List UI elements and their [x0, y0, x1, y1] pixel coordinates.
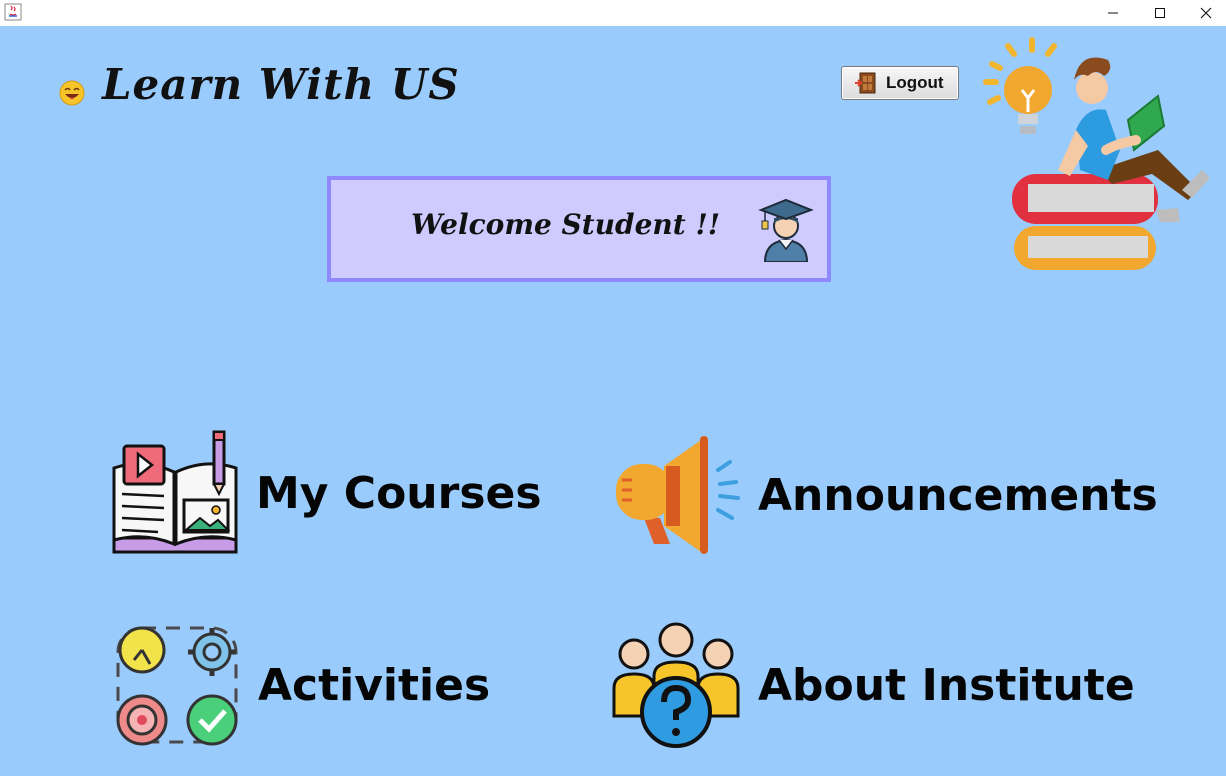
group-question-icon: [612, 622, 740, 748]
my-courses-label: My Courses: [256, 467, 542, 519]
logout-label: Logout: [886, 73, 944, 92]
welcome-text: Welcome Student !!: [411, 208, 721, 241]
announcements-tile[interactable]: Announcements: [612, 430, 1158, 560]
book-icon: [112, 430, 238, 554]
megaphone-icon: [616, 436, 740, 554]
java-app-icon: [4, 3, 22, 21]
activities-tile[interactable]: Activities: [112, 620, 490, 750]
graduate-student-icon: [758, 198, 814, 262]
announcements-label: Announcements: [758, 469, 1158, 521]
welcome-banner: Welcome Student !!: [327, 176, 831, 282]
logout-button[interactable]: Logout: [841, 66, 959, 100]
my-courses-tile[interactable]: My Courses: [110, 428, 542, 558]
minimize-button[interactable]: [1090, 0, 1136, 26]
smiley-icon: [59, 80, 85, 106]
door-exit-icon: [855, 72, 876, 94]
about-institute-tile[interactable]: About Institute: [612, 620, 1135, 750]
activities-label: Activities: [258, 659, 491, 711]
about-institute-label: About Institute: [758, 659, 1135, 711]
student-reading-illustration: [983, 37, 1210, 270]
title-bar: [0, 0, 1226, 26]
app-title: Learn With US: [102, 60, 460, 109]
maximize-button[interactable]: [1137, 0, 1183, 26]
activities-icon: [116, 626, 238, 746]
close-button[interactable]: [1183, 0, 1226, 26]
